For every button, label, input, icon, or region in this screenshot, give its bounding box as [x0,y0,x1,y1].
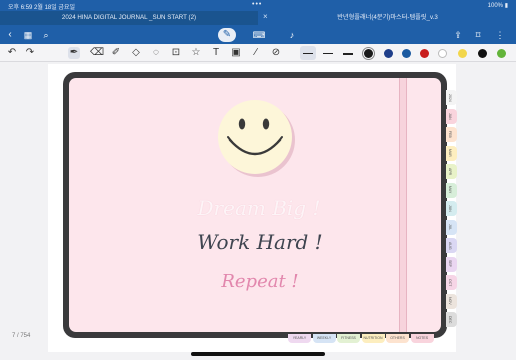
picture-icon[interactable]: ▣ [230,47,242,59]
dream-big-text: Dream Big ! [197,196,321,220]
color-swatch-black[interactable] [362,47,375,60]
status-time: 오후 6:59 2월 18일 금요일 [8,5,75,11]
color-swatch-white[interactable] [438,49,447,58]
color-swatch-dark[interactable] [478,49,487,58]
highlighter-icon[interactable]: ✐ [110,47,122,59]
thin-stroke-option[interactable] [300,46,316,60]
color-swatch-red[interactable] [420,49,429,58]
share-icon[interactable]: ⇪ [452,28,464,42]
undo-icon[interactable]: ↶ [6,47,18,59]
month-tab-2024[interactable]: 2024 [446,90,457,105]
month-tab-may[interactable]: MAY [446,182,457,198]
month-tab-aug[interactable]: AUG [446,238,457,253]
smiley-face-icon [218,100,295,177]
redo-icon[interactable]: ↷ [24,47,36,59]
color-swatch-blue[interactable] [402,49,411,58]
mic-icon[interactable]: ♪ [286,28,298,42]
repeat-text: Repeat ! [221,271,299,292]
title-bar: 오후 6:59 2월 18일 금요일 ••• 100% ▮ 2024 HINA … [0,0,516,26]
section-tab-notes[interactable]: NOTES [410,334,434,343]
month-tab-sep[interactable]: SEP [446,256,457,272]
month-tab-jan[interactable]: JAN [446,108,457,124]
section-tab-yearly[interactable]: YEARLY [288,334,311,343]
keyboard-icon[interactable]: ⌨ [252,28,266,42]
color-swatch-green[interactable] [497,49,506,58]
chevron-left-icon[interactable]: ‹ [4,28,16,42]
month-tab-jun[interactable]: JUN [446,201,457,216]
eraser-icon[interactable]: ⌫ [90,47,104,59]
pen-tool-icon[interactable]: ✒ [68,47,80,59]
bookmark-icon[interactable]: ⌑ [472,28,484,42]
tab-planner[interactable]: 반년형플래너(4분기)마스터-템플릿_v.3 [259,11,516,25]
star-icon[interactable]: ☆ [190,47,202,59]
section-tab-others[interactable]: OTHERS [386,334,409,343]
elastic-band [399,78,407,332]
month-tab-feb[interactable]: FEB [446,127,457,142]
tab-close-icon[interactable]: × [263,12,268,21]
month-tab-jul[interactable]: JUL [446,219,457,235]
medium-stroke-option[interactable] [323,53,333,54]
battery-status: 100% ▮ [487,3,508,9]
section-tab-nutrition[interactable]: NUTRITION [361,334,385,343]
color-swatch-yellow[interactable] [458,49,467,58]
pencil-icon[interactable]: ∕ [250,47,262,59]
shapes-icon[interactable]: ◇ [130,47,142,59]
lasso-icon[interactable]: ◌ [150,47,162,59]
month-tab-dec[interactable]: DEC [446,312,457,327]
pen-circle-icon[interactable]: ✎ [218,28,236,42]
month-tab-nov[interactable]: NOV [446,293,457,309]
page-indicator: 7 / 754 [12,333,31,339]
home-indicator[interactable] [191,352,325,356]
thick-stroke-option[interactable] [343,53,353,55]
more-icon[interactable]: ⋮ [492,28,508,42]
search-icon[interactable]: ⌕ [40,28,52,42]
tools-row: ✒ ⌫ ✐ ◇ ◌ ⊡ ☆ T ▣ ∕ ⊘ [0,44,516,62]
main-toolbar: ‹ ▦ ⌕ ✎ ⌨ ♪ ⇪ ⌑ ⋮ [0,26,516,44]
grid-icon[interactable]: ▦ [22,28,34,42]
month-tab-apr[interactable]: APR [446,164,457,179]
multitask-dots-icon[interactable]: ••• [252,1,262,8]
work-hard-text: Work Hard ! [197,230,323,254]
color-swatch-navy[interactable] [384,49,393,58]
section-tab-weekly[interactable]: WEEKLY [312,334,336,343]
image-icon[interactable]: ⊡ [170,47,182,59]
text-icon[interactable]: T [210,47,222,59]
section-tab-fitness[interactable]: FITNESS [337,334,360,343]
tab-journal[interactable]: 2024 HINA DIGITAL JOURNAL _SUN START (2) [0,11,258,25]
laser-icon[interactable]: ⊘ [270,47,282,59]
month-tab-oct[interactable]: OCT [446,275,457,290]
month-tab-mar[interactable]: MAR [446,145,457,161]
